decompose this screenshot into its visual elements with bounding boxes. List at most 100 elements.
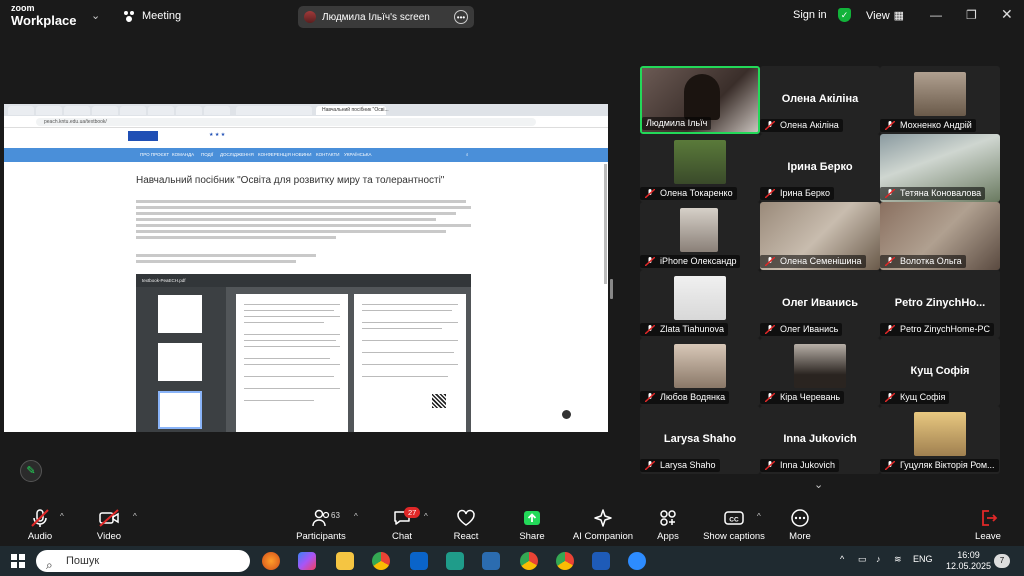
participant-tile[interactable]: Ірина Берко Ірина Берко — [760, 134, 880, 202]
chrome-icon[interactable] — [520, 552, 538, 570]
split-handle[interactable] — [610, 279, 613, 299]
apps-button[interactable]: Apps — [652, 508, 684, 542]
zoom-logo[interactable]: zoom Workplace — [11, 4, 77, 28]
copilot-icon[interactable] — [298, 552, 316, 570]
browser-tab[interactable] — [8, 106, 34, 115]
nav-item[interactable]: КОМАНДА — [172, 152, 194, 157]
windows-start-icon[interactable] — [11, 554, 25, 568]
speaker-icon[interactable]: ♪ — [876, 554, 881, 564]
participant-tile[interactable]: Кіра Черевань — [760, 338, 880, 406]
browser-tab[interactable] — [92, 106, 118, 115]
pdf-viewer[interactable]: textbook-PeaECH.pdf — [136, 274, 471, 432]
participant-tile[interactable]: iPhone Олександр — [640, 202, 760, 270]
participant-tile[interactable]: Людмила Ільїч — [640, 66, 760, 134]
file-explorer-icon[interactable] — [336, 552, 354, 570]
chevron-up-icon[interactable]: ^ — [757, 512, 761, 521]
sign-in-button[interactable]: Sign in — [793, 9, 827, 21]
nav-item[interactable]: ПОДІЇ — [201, 152, 213, 157]
chevron-down-icon[interactable]: ⌄ — [814, 478, 823, 491]
url-field[interactable]: peach.kntu.edu.ua/textbook/ — [36, 118, 536, 126]
wifi-icon[interactable]: ≋ — [894, 554, 902, 565]
nav-item[interactable]: НОВИНИ — [292, 152, 311, 157]
zoom-icon[interactable] — [628, 552, 646, 570]
participant-tile[interactable]: Тетяна Коновалова — [880, 134, 1000, 202]
ai-companion-button[interactable]: AI Companion — [572, 508, 634, 542]
participant-tile[interactable]: Zlata Tiahunova — [640, 270, 760, 338]
share-label-toolbar: Share — [519, 531, 545, 542]
chrome-icon[interactable] — [372, 552, 390, 570]
browser-tab[interactable] — [204, 106, 230, 115]
nav-item[interactable]: КОНТАКТИ — [316, 152, 340, 157]
participant-tile[interactable]: Кущ Софія Кущ Софія — [880, 338, 1000, 406]
pencil-icon[interactable]: ✎ — [20, 460, 42, 482]
pdf-thumbnail[interactable] — [158, 391, 202, 429]
nav-item[interactable]: ДОСЛІДЖЕННЯ — [220, 152, 254, 157]
chrome-profile-icon[interactable] — [556, 552, 574, 570]
participant-tile[interactable]: Волотка Ольга — [880, 202, 1000, 270]
floating-button-icon[interactable] — [562, 410, 571, 419]
nav-item[interactable]: КОНФЕРЕНЦІЯ — [258, 152, 291, 157]
chevron-down-icon[interactable]: ⌄ — [91, 9, 100, 22]
participant-tile[interactable]: Larysa Shaho Larysa Shaho — [640, 406, 760, 474]
more-icon — [791, 509, 809, 527]
browser-tab[interactable] — [236, 106, 312, 115]
text-line — [362, 304, 458, 306]
chevron-up-icon[interactable]: ^ — [424, 512, 428, 521]
chevron-up-icon[interactable]: ^ — [133, 512, 137, 521]
battery-icon[interactable]: ▭ — [858, 554, 867, 565]
screen-share-indicator[interactable]: Людмила Ільїч's screen ••• — [298, 6, 474, 28]
nav-item[interactable]: УКРАЇНСЬКА — [344, 152, 372, 157]
pdf-thumbnail[interactable] — [158, 295, 202, 333]
participant-tile[interactable]: Олена Семенішина — [760, 202, 880, 270]
participant-tile[interactable]: Олена Акіліна Олена Акіліна — [760, 66, 880, 134]
close-icon[interactable]: ✕ — [1001, 6, 1013, 23]
edge-icon[interactable] — [446, 552, 464, 570]
firefox-icon[interactable] — [262, 552, 280, 570]
page-title: Навчальний посібник "Освіта для розвитку… — [136, 175, 445, 186]
browser-tab[interactable] — [148, 106, 174, 115]
react-button[interactable]: React — [450, 508, 482, 542]
chevron-up-icon[interactable]: ^ — [840, 554, 844, 564]
participant-tile[interactable]: Petro ZinychHo... Petro ZinychHome-PC — [880, 270, 1000, 338]
text-line — [244, 310, 334, 312]
participant-tile[interactable]: Олена Токаренко — [640, 134, 760, 202]
shared-screen[interactable]: Навчальний посібник "Осві... peach.kntu.… — [4, 104, 608, 432]
chevron-up-icon[interactable]: ^ — [60, 512, 64, 521]
clock[interactable]: 16:09 12.05.2025 — [946, 550, 991, 572]
text-line — [362, 340, 458, 342]
participant-tile[interactable]: Гуцуляк Вікторія Ром... — [880, 406, 1000, 474]
browser-tab[interactable] — [120, 106, 146, 115]
pdf-thumbnail[interactable] — [158, 343, 202, 381]
language-indicator[interactable]: ENG — [913, 554, 933, 564]
view-button[interactable]: View ▦ — [866, 9, 904, 23]
shield-icon[interactable]: ✓ — [838, 8, 851, 22]
audio-button[interactable]: Audio — [22, 508, 58, 542]
participant-tile[interactable]: Любов Водянка — [640, 338, 760, 406]
more-button[interactable]: More — [784, 508, 816, 542]
search-icon[interactable]: ⌕ — [466, 152, 469, 157]
share-button[interactable]: Share — [516, 508, 548, 542]
video-button[interactable]: Video — [90, 508, 128, 542]
participant-tile[interactable]: Inna Jukovich Inna Jukovich — [760, 406, 880, 474]
browser-tab[interactable] — [176, 106, 202, 115]
scrollbar[interactable] — [604, 164, 607, 284]
outlook-icon[interactable] — [410, 552, 428, 570]
leave-button[interactable]: Leave — [972, 508, 1004, 542]
chevron-up-icon[interactable]: ^ — [354, 512, 358, 521]
notification-badge[interactable]: 7 — [994, 554, 1010, 568]
browser-tab[interactable] — [36, 106, 62, 115]
browser-tab[interactable] — [64, 106, 90, 115]
nav-item[interactable]: ПРО ПРОЄКТ — [140, 152, 169, 157]
participant-tile[interactable]: Олег Иванись Олег Иванись — [760, 270, 880, 338]
meeting-tab[interactable]: Meeting — [122, 9, 181, 23]
store-icon[interactable] — [482, 552, 500, 570]
mic-off-icon — [31, 509, 49, 527]
minimize-icon[interactable]: — — [930, 8, 942, 22]
audio-label: Audio — [27, 531, 53, 542]
more-options-icon[interactable]: ••• — [454, 10, 468, 24]
participant-tile[interactable]: Мохненко Андрій — [880, 66, 1000, 134]
participant-name: Inna Jukovich — [760, 459, 840, 472]
word-icon[interactable] — [592, 552, 610, 570]
restore-icon[interactable]: ❐ — [966, 8, 977, 22]
taskbar-search[interactable]: ⌕ Пошук — [36, 550, 250, 572]
